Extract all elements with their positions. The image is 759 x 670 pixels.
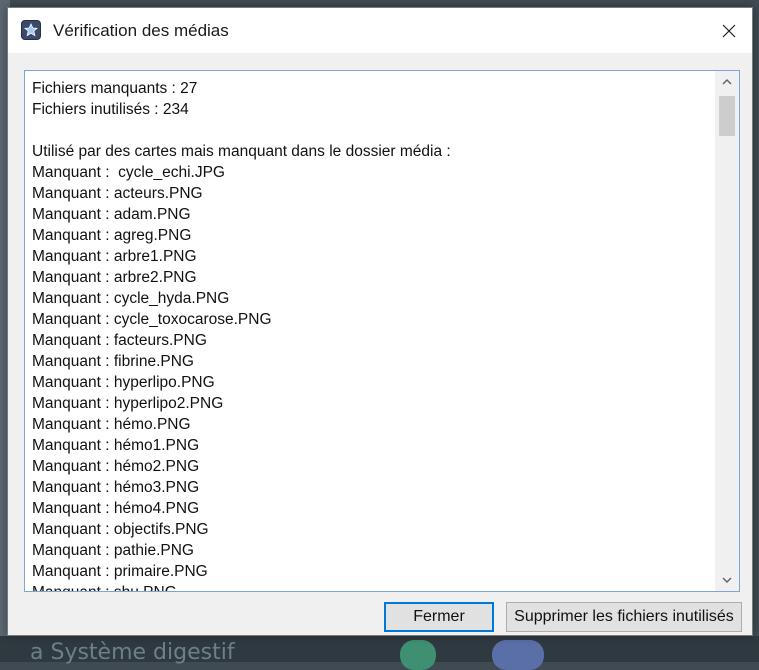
report-line: Manquant : hyperlipo.PNG: [32, 374, 215, 391]
report-line: Manquant : arbre2.PNG: [32, 269, 197, 286]
report-line: Manquant : primaire.PNG: [32, 563, 208, 580]
report-text-area[interactable]: Fichiers manquants : 27 Fichiers inutilis…: [24, 70, 740, 592]
close-window-button[interactable]: [706, 8, 752, 53]
chevron-down-icon: [722, 577, 732, 583]
media-check-dialog: Vérification des médias Fichiers manquan…: [7, 7, 753, 636]
report-line: Utilisé par des cartes mais manquant dan…: [32, 143, 451, 160]
report-line: Manquant : shu.PNG: [32, 582, 712, 591]
report-line: Manquant : hyperlipo2.PNG: [32, 395, 224, 412]
report-line: Manquant : fibrine.PNG: [32, 353, 194, 370]
report-line: Manquant : hémo2.PNG: [32, 458, 200, 475]
report-line: Manquant : hémo.PNG: [32, 416, 191, 433]
report-line: Manquant : pathie.PNG: [32, 542, 194, 559]
scroll-up-button[interactable]: [715, 71, 739, 93]
close-icon: [722, 24, 736, 37]
report-line: Manquant : hémo3.PNG: [32, 479, 200, 496]
report-line: Fichiers manquants : 27: [32, 80, 198, 97]
report-line: Manquant : facteurs.PNG: [32, 332, 207, 349]
background-app-text: a Système digestif: [30, 640, 235, 665]
chevron-up-icon: [722, 79, 732, 85]
close-button[interactable]: Fermer: [384, 602, 494, 632]
background-app-badge: [492, 640, 544, 670]
report-line: Manquant : hémo4.PNG: [32, 500, 200, 517]
report-line: Manquant : arbre1.PNG: [32, 248, 197, 265]
report-line: Manquant : acteurs.PNG: [32, 185, 203, 202]
report-line: Manquant : objectifs.PNG: [32, 521, 209, 538]
report-line: Manquant : adam.PNG: [32, 206, 191, 223]
scroll-thumb[interactable]: [719, 96, 735, 136]
scroll-down-button[interactable]: [715, 569, 739, 591]
report-line: Manquant : cycle_toxocarose.PNG: [32, 311, 272, 328]
window-title: Vérification des médias: [53, 21, 229, 40]
report-line: Manquant : hémo1.PNG: [32, 437, 200, 454]
report-line: Fichiers inutilisés : 234: [32, 101, 189, 118]
app-star-icon: [21, 20, 41, 40]
background-app-badge: [400, 640, 436, 670]
vertical-scrollbar[interactable]: [715, 71, 739, 591]
report-content: Fichiers manquants : 27 Fichiers inutilis…: [32, 78, 712, 591]
report-line: Manquant : agreg.PNG: [32, 227, 192, 244]
report-line: Manquant : cycle_hyda.PNG: [32, 290, 230, 307]
title-bar: Vérification des médias: [8, 8, 752, 53]
delete-unused-files-button[interactable]: Supprimer les fichiers inutilisés: [506, 602, 742, 632]
report-line: Manquant : cycle_echi.JPG: [32, 164, 225, 181]
